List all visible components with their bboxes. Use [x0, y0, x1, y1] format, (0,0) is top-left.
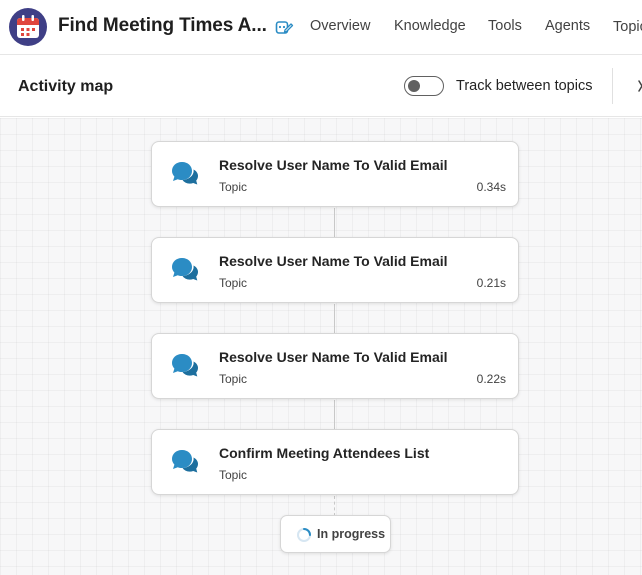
connector: [334, 400, 335, 430]
card-type: Topic: [219, 180, 248, 194]
card-duration: 0.22s: [476, 372, 506, 386]
close-icon[interactable]: [632, 78, 642, 94]
activity-card[interactable]: Confirm Meeting Attendees List Topic: [151, 429, 519, 495]
card-duration: 0.34s: [476, 180, 506, 194]
nav-topics-clipped[interactable]: Topics: [613, 18, 642, 38]
top-bar: Find Meeting Times A... Overview Knowled…: [0, 0, 642, 55]
spinner-icon: [296, 527, 312, 543]
card-title: Confirm Meeting Attendees List: [219, 445, 430, 461]
nav-agents[interactable]: Agents: [545, 18, 590, 34]
panel-title: Activity map: [18, 78, 114, 95]
card-type: Topic: [219, 276, 248, 290]
calendar-icon: [9, 8, 47, 46]
card-type: Topic: [219, 372, 248, 386]
topic-chat-icon: [170, 160, 200, 188]
activity-card[interactable]: Resolve User Name To Valid Email Topic 0…: [151, 141, 519, 207]
divider: [612, 68, 613, 104]
toggle-knob: [408, 80, 420, 92]
card-title: Resolve User Name To Valid Email: [219, 349, 448, 365]
connector: [334, 304, 335, 334]
nav-tools[interactable]: Tools: [488, 18, 522, 34]
nav-overview[interactable]: Overview: [310, 18, 370, 34]
activity-map-canvas: Resolve User Name To Valid Email Topic 0…: [0, 118, 642, 575]
card-duration: 0.21s: [476, 276, 506, 290]
card-title: Resolve User Name To Valid Email: [219, 157, 448, 173]
track-between-topics-toggle[interactable]: [404, 76, 444, 96]
connector: [334, 208, 335, 238]
topic-chat-icon: [170, 448, 200, 476]
connector-pending: [334, 496, 335, 516]
edit-agent-icon[interactable]: [274, 17, 294, 37]
app-title: Find Meeting Times A...: [58, 15, 267, 36]
in-progress-indicator: In progress: [280, 515, 391, 553]
activity-card[interactable]: Resolve User Name To Valid Email Topic 0…: [151, 237, 519, 303]
card-type: Topic: [219, 468, 248, 482]
topic-chat-icon: [170, 352, 200, 380]
nav-topics[interactable]: Topics: [613, 19, 642, 35]
topic-chat-icon: [170, 256, 200, 284]
toggle-label[interactable]: Track between topics: [456, 78, 592, 94]
activity-map-header: Activity map Track between topics: [0, 56, 642, 117]
status-label: In progress: [317, 527, 386, 541]
nav-knowledge[interactable]: Knowledge: [394, 18, 466, 34]
activity-card[interactable]: Resolve User Name To Valid Email Topic 0…: [151, 333, 519, 399]
card-title: Resolve User Name To Valid Email: [219, 253, 448, 269]
